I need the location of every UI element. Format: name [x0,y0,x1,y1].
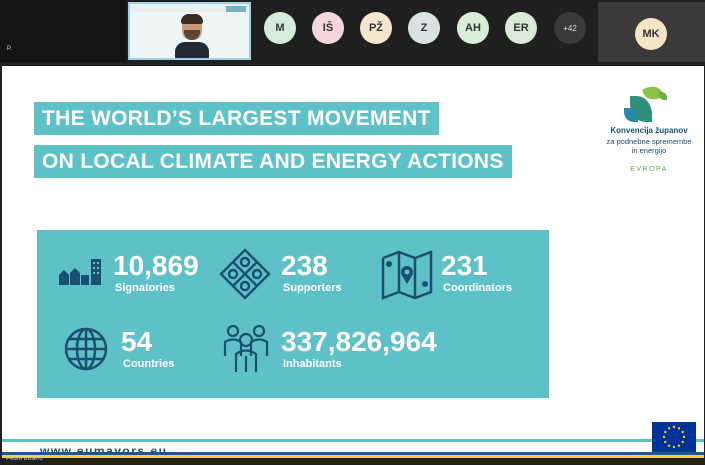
speaker-figure [175,14,209,58]
stat-value: 238 [281,250,328,281]
pinned-participant-tile[interactable]: MK [598,2,705,62]
stat-label: Signatories [115,282,175,294]
meeting-top-bar: P. M IŠ PŽ Z AH ER +42 MK [0,0,705,66]
speaker-name-label: Pedro Bizarro [6,456,43,462]
shared-slide: THE WORLD’S LARGEST MOVEMENT ON LOCAL CL… [2,66,704,458]
buildings-icon [59,259,101,285]
participant-avatar-mk: MK [635,18,667,50]
slide-title-line-1: THE WORLD’S LARGEST MOVEMENT [34,102,439,135]
participant-avatar-m[interactable]: M [264,12,296,44]
logo-line-2: in energijo [631,146,667,155]
participant-avatar-z[interactable]: Z [408,12,440,44]
globe-icon [64,327,108,371]
participant-avatar-er[interactable]: ER [505,12,537,44]
participant-avatar-pz[interactable]: PŽ [360,12,392,44]
participant-avatar-is[interactable]: IŠ [312,12,344,44]
active-speaker-video[interactable] [128,2,251,60]
self-view-tile[interactable]: P. [0,0,126,62]
stat-label: Countries [123,358,175,370]
people-group-icon [223,324,269,372]
stat-value: 54 [121,326,153,357]
stat-value: 337,826,964 [281,326,437,357]
video-corner-logo [226,6,246,12]
covenant-of-mayors-logo: Konvencija županov za podnebne spremembe… [599,82,699,178]
stat-label: Inhabitants [283,358,342,370]
puzzle-network-icon [219,248,271,300]
stat-label: Coordinators [443,282,513,294]
logo-line-3: EVROPA [630,166,668,173]
stat-value: 10,869 [113,250,199,281]
logo-name: Konvencija županov [610,126,688,135]
stat-value: 231 [441,250,488,281]
self-view-label: P. [7,46,12,52]
logo-line-1: za podnebne spremembe [606,137,692,146]
slide-title-line-2: ON LOCAL CLIMATE AND ENERGY ACTIONS [34,145,512,178]
footer-bar-teal [2,439,704,442]
stat-label: Supporters [283,282,342,294]
more-participants-button[interactable]: +42 [554,12,586,44]
eu-flag-icon [652,422,696,452]
map-pin-icon [381,250,433,300]
meeting-bottom-bar: Pedro Bizarro [0,456,705,465]
stats-panel: 10,869 Signatories 238 Supporters 231 Co… [37,230,549,398]
participant-avatar-ah[interactable]: AH [457,12,489,44]
